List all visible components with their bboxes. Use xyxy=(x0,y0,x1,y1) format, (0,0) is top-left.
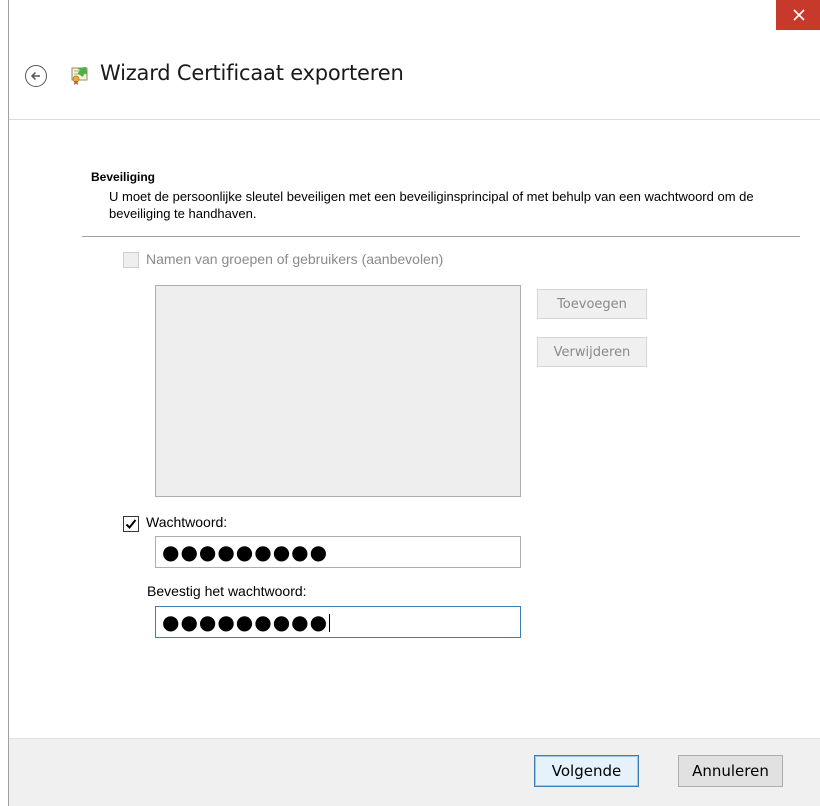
certificate-icon xyxy=(71,66,88,85)
password-masked-value: ●●●●●●●●● xyxy=(162,540,329,564)
section-divider xyxy=(82,236,800,237)
password-checkbox-label: Wachtwoord: xyxy=(146,514,228,530)
remove-button[interactable]: Verwijderen xyxy=(537,337,647,367)
cancel-button[interactable]: Annuleren xyxy=(678,755,783,787)
close-icon xyxy=(792,9,805,21)
password-field[interactable]: ●●●●●●●●● xyxy=(155,536,521,568)
confirm-password-masked-value: ●●●●●●●●● xyxy=(162,610,329,634)
wizard-footer: Volgende Annuleren xyxy=(9,738,820,806)
confirm-password-label: Bevestig het wachtwoord: xyxy=(147,583,307,599)
confirm-password-field[interactable]: ●●●●●●●●● xyxy=(155,606,521,638)
back-arrow-icon xyxy=(30,71,40,81)
export-wizard-window: Wizard Certificaat exporteren Beveiligin… xyxy=(8,0,820,806)
password-checkbox[interactable] xyxy=(123,516,139,532)
groups-checkbox[interactable] xyxy=(123,252,139,268)
wizard-title: Wizard Certificaat exporteren xyxy=(100,61,404,85)
checkmark-icon xyxy=(125,519,137,529)
wizard-header: Wizard Certificaat exporteren xyxy=(9,36,820,120)
title-bar xyxy=(9,0,820,36)
section-description: U moet de persoonlijke sleutel beveilige… xyxy=(109,189,754,221)
section-title: Beveiliging xyxy=(91,170,156,184)
add-button[interactable]: Toevoegen xyxy=(537,289,647,319)
next-button[interactable]: Volgende xyxy=(534,755,639,787)
close-button[interactable] xyxy=(776,0,820,30)
groups-users-list[interactable] xyxy=(155,285,521,497)
back-button[interactable] xyxy=(25,65,47,87)
groups-checkbox-label: Namen van groepen of gebruikers (aanbevo… xyxy=(146,251,444,267)
text-caret xyxy=(329,614,331,632)
